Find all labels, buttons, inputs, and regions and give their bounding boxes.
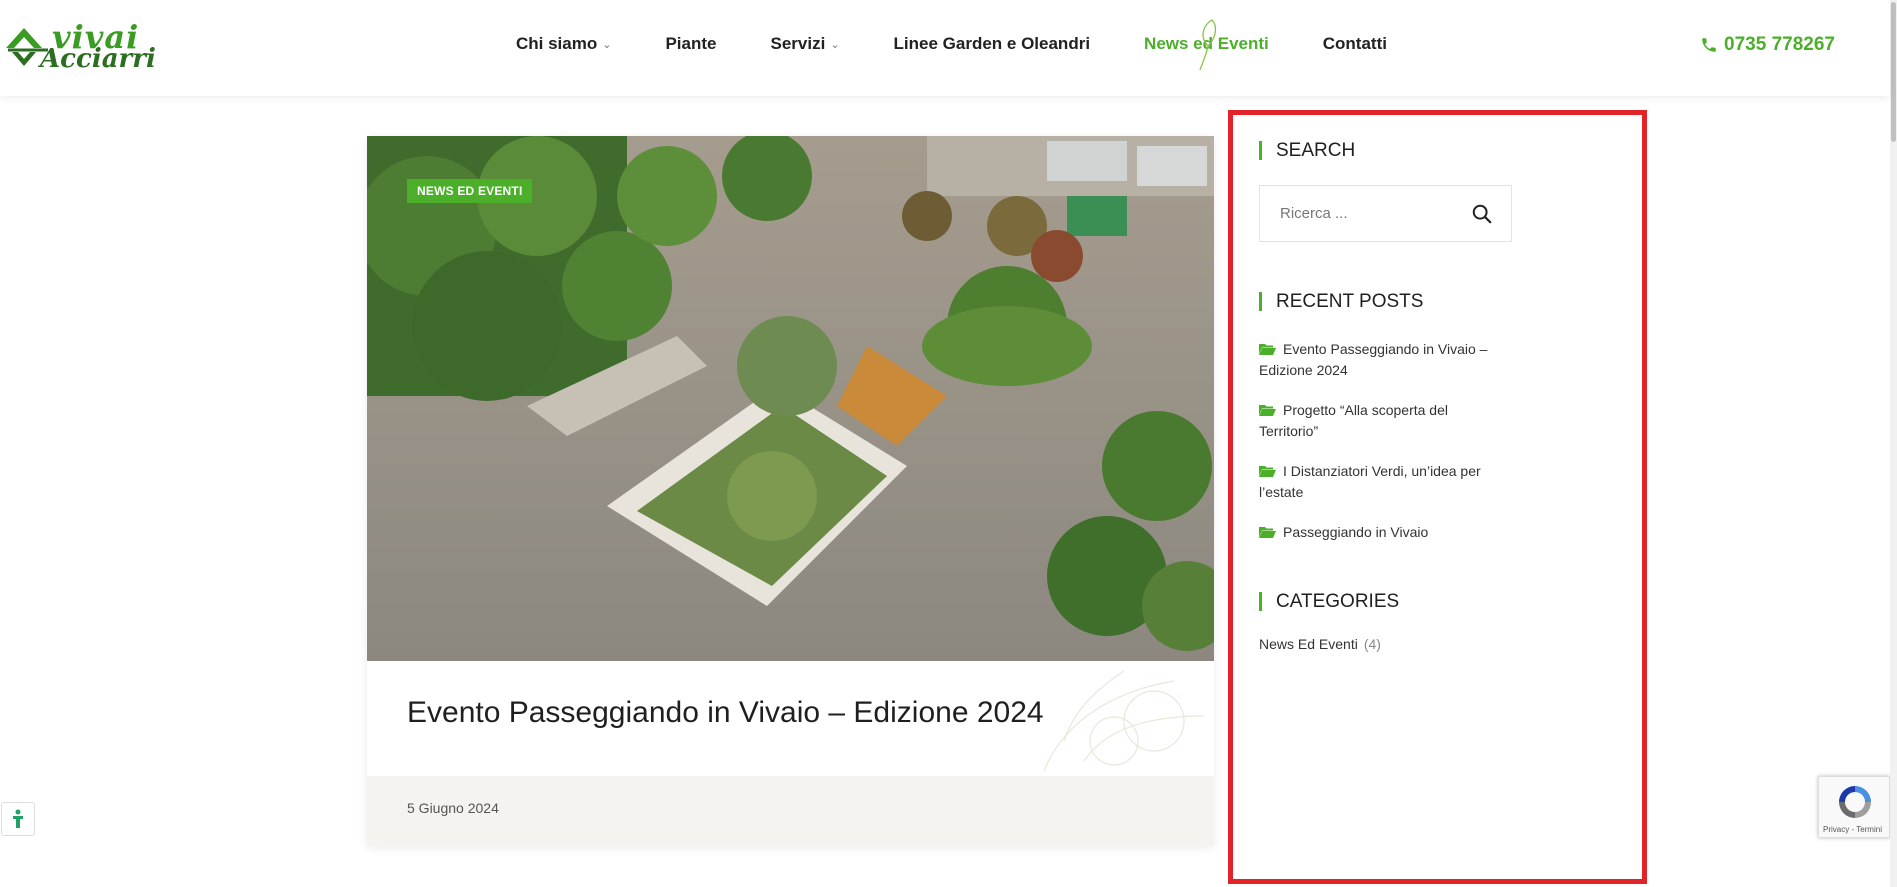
accessibility-icon (13, 809, 23, 828)
search-form (1259, 185, 1512, 242)
recaptcha-links[interactable]: Privacy - Termini (1823, 825, 1882, 834)
site-header: vivai Acciarri Chi siamo ⌄ Piante Serviz… (0, 0, 1890, 96)
folder-open-icon (1259, 466, 1276, 477)
nav-item-chi-siamo[interactable]: Chi siamo ⌄ (516, 34, 611, 54)
page-scrollbar[interactable] (1890, 0, 1897, 887)
category-badge[interactable]: NEWS ED EVENTI (407, 179, 533, 203)
post-title[interactable]: Evento Passeggiando in Vivaio – Edizione… (407, 696, 1044, 730)
nav-label: Piante (665, 34, 717, 53)
main-nav: Chi siamo ⌄ Piante Servizi ⌄ Linee Garde… (516, 19, 1441, 71)
nav-label: Linee Garden e Oleandri (893, 34, 1091, 53)
phone-number: 0735 778267 (1724, 34, 1835, 55)
nav-label: Servizi (770, 34, 826, 53)
widget-title-search: SEARCH (1259, 141, 1355, 160)
folder-open-icon (1259, 344, 1276, 355)
recent-post-item[interactable]: Evento Passeggiando in Vivaio – Edizione… (1259, 339, 1509, 381)
leaf-decoration-icon (1199, 19, 1217, 71)
nav-item-linee-garden[interactable]: Linee Garden e Oleandri (894, 34, 1091, 54)
folder-open-icon (1259, 405, 1276, 416)
post-meta-bar: 5 Giugno 2024 (367, 776, 1214, 846)
category-count: (4) (1363, 636, 1381, 652)
search-input[interactable] (1260, 186, 1460, 241)
recent-post-link[interactable]: I Distanziatori Verdi, un’idea per l’est… (1259, 463, 1481, 500)
scrollbar-thumb[interactable] (1891, 2, 1896, 142)
recent-post-item[interactable]: Progetto “Alla scoperta del Territorio” (1259, 400, 1509, 442)
recent-post-link[interactable]: Progetto “Alla scoperta del Territorio” (1259, 402, 1448, 439)
nav-label: Contatti (1322, 34, 1387, 53)
post-date: 5 Giugno 2024 (407, 800, 499, 816)
recent-post-link[interactable]: Passeggiando in Vivaio (1283, 524, 1428, 540)
post-featured-image[interactable]: NEWS ED EVENTI (367, 136, 1214, 661)
logo-line2: Acciarri (40, 44, 156, 74)
category-link[interactable]: News Ed Eventi (1259, 636, 1358, 652)
nav-item-servizi[interactable]: Servizi ⌄ (771, 34, 840, 54)
chevron-down-icon: ⌄ (602, 38, 612, 51)
nav-item-piante[interactable]: Piante (665, 34, 716, 54)
recent-post-item[interactable]: Passeggiando in Vivaio (1259, 522, 1509, 543)
phone-icon (1702, 38, 1716, 52)
site-logo[interactable]: vivai Acciarri (4, 16, 164, 74)
recaptcha-badge[interactable]: Privacy - Termini (1818, 776, 1890, 838)
recaptcha-icon (1839, 786, 1871, 818)
accessibility-button[interactable] (1, 802, 35, 836)
post-card: NEWS ED EVENTI Evento Passeggiando in Vi… (367, 136, 1214, 846)
widget-title-recent-posts: RECENT POSTS (1259, 292, 1423, 311)
search-icon[interactable] (1471, 203, 1493, 225)
recent-post-item[interactable]: I Distanziatori Verdi, un’idea per l’est… (1259, 461, 1509, 503)
recent-posts-list: Evento Passeggiando in Vivaio – Edizione… (1259, 339, 1509, 562)
nav-label: Chi siamo (516, 34, 598, 53)
nav-item-contatti[interactable]: Contatti (1323, 34, 1387, 54)
sidebar: SEARCH RECENT POSTS Evento Passeggiando … (1228, 110, 1647, 884)
chevron-down-icon: ⌄ (830, 38, 840, 51)
recent-post-link[interactable]: Evento Passeggiando in Vivaio – Edizione… (1259, 341, 1487, 378)
nursery-aerial-photo (367, 136, 1214, 661)
widget-title-categories: CATEGORIES (1259, 592, 1399, 611)
folder-open-icon (1259, 527, 1276, 538)
phone-link[interactable]: 0735 778267 (1700, 34, 1835, 56)
nav-item-news-ed-eventi[interactable]: News ed Eventi (1144, 19, 1269, 71)
categories-list: News Ed Eventi (4) (1259, 636, 1381, 652)
